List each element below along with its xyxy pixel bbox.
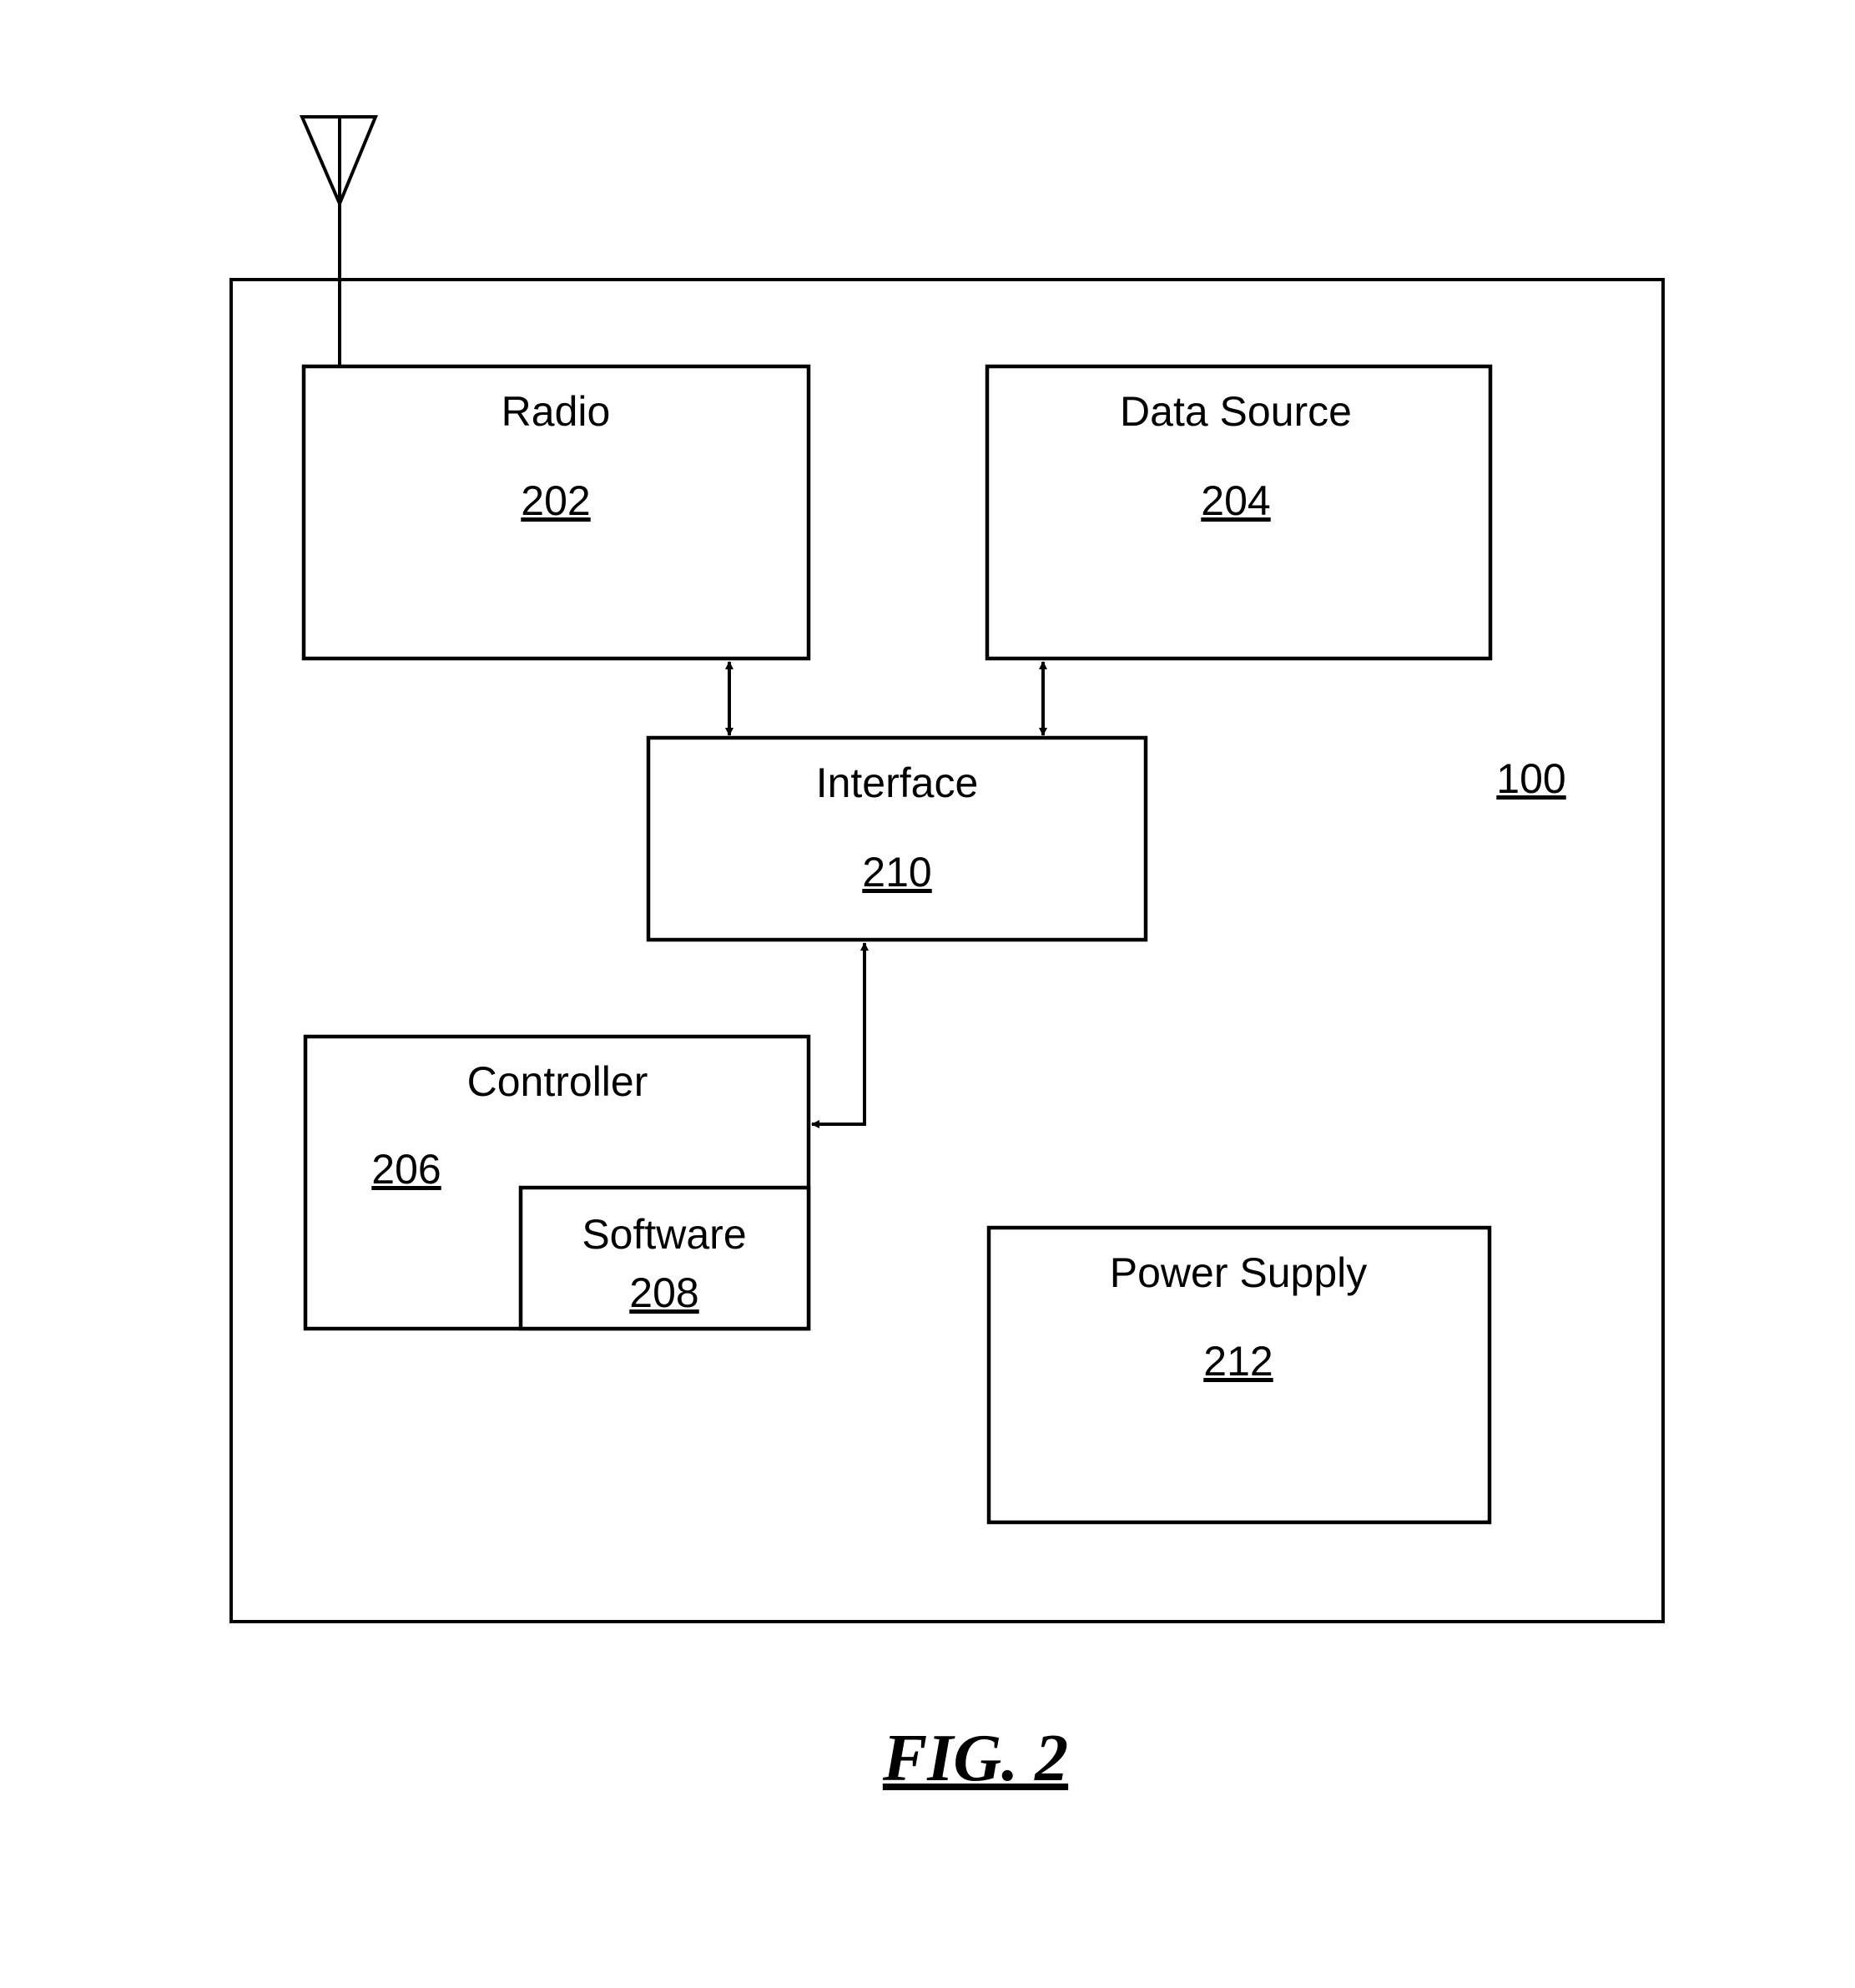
controller-ref: 206	[371, 1146, 441, 1193]
block-diagram: 100 Radio 202 Data Source 204 Interface …	[229, 115, 1665, 1795]
device-ref-label: 100	[1496, 755, 1565, 802]
software-ref: 208	[629, 1269, 698, 1316]
power-supply-block: Power Supply 212	[986, 1225, 1492, 1525]
data-source-block: Data Source 204	[985, 364, 1493, 661]
software-title: Software	[582, 1211, 746, 1258]
power-supply-title: Power Supply	[1110, 1249, 1368, 1296]
figure-caption: FIG. 2	[882, 1722, 1068, 1795]
interface-ref: 210	[862, 849, 931, 896]
interface-controller-arrow	[811, 942, 869, 1128]
radio-block: Radio 202	[301, 364, 811, 661]
power-supply-ref: 212	[1203, 1338, 1273, 1385]
antenna-icon	[299, 115, 378, 367]
radio-title: Radio	[502, 388, 611, 435]
interface-title: Interface	[816, 759, 979, 806]
software-block: Software 208	[518, 1185, 811, 1331]
controller-title: Controller	[467, 1058, 648, 1105]
data-source-title: Data Source	[1120, 388, 1352, 435]
interface-block: Interface 210	[646, 735, 1148, 942]
radio-ref: 202	[521, 477, 590, 524]
data-source-ref: 204	[1201, 477, 1270, 524]
